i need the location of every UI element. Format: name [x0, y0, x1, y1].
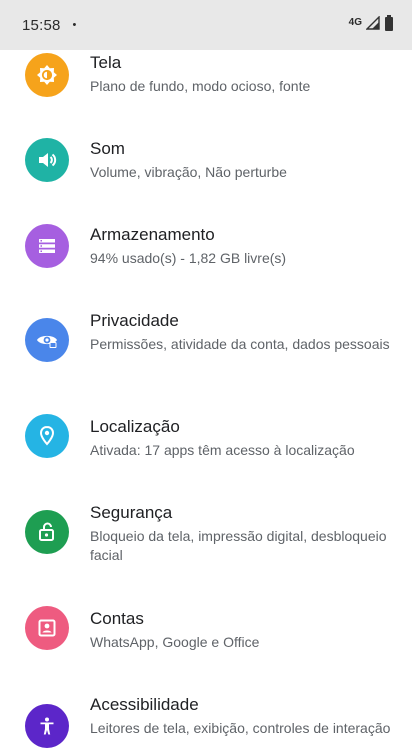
settings-item-seguranca[interactable]: Segurança Bloqueio da tela, impressão di… [0, 500, 412, 606]
unlock-icon [25, 510, 69, 554]
settings-item-acessibilidade[interactable]: Acessibilidade Leitores de tela, exibiçã… [0, 692, 412, 753]
network-type-label: 4G [348, 16, 362, 28]
settings-item-summary: WhatsApp, Google e Office [90, 634, 260, 650]
settings-item-title: Privacidade [90, 311, 179, 330]
settings-item-tela[interactable]: Tela Plano de fundo, modo ocioso, fonte [0, 50, 412, 136]
accessibility-icon [25, 704, 69, 748]
settings-item-contas[interactable]: Contas WhatsApp, Google e Office [0, 606, 412, 692]
settings-item-title: Armazenamento [90, 225, 215, 244]
settings-item-title: Segurança [90, 503, 173, 522]
location-pin-icon [25, 414, 69, 458]
privacy-eye-icon [25, 318, 69, 362]
status-bar: 15:58 • 4G [0, 0, 412, 50]
settings-item-summary: 94% usado(s) - 1,82 GB livre(s) [90, 250, 287, 266]
display-icon [25, 53, 69, 97]
status-icons: 4G [349, 15, 394, 35]
settings-item-title: Tela [90, 53, 122, 72]
settings-item-title: Localização [90, 417, 180, 436]
settings-item-summary: Permissões, atividade da conta, dados pe… [90, 336, 390, 352]
signal-icon [365, 15, 380, 34]
status-time: 15:58 [22, 16, 61, 34]
battery-icon [384, 15, 394, 35]
account-box-icon [25, 606, 69, 650]
settings-item-summary: Plano de fundo, modo ocioso, fonte [90, 78, 311, 94]
storage-icon [25, 224, 69, 268]
settings-item-som[interactable]: Som Volume, vibração, Não perturbe [0, 136, 412, 222]
settings-item-title: Acessibilidade [90, 695, 199, 714]
settings-item-title: Som [90, 139, 125, 158]
settings-item-title: Contas [90, 609, 144, 628]
settings-item-summary: Bloqueio da tela, impressão digital, des… [90, 528, 387, 563]
settings-item-armazenamento[interactable]: Armazenamento 94% usado(s) - 1,82 GB liv… [0, 222, 412, 308]
settings-item-summary: Ativada: 17 apps têm acesso à localizaçã… [90, 442, 355, 458]
settings-list: Tela Plano de fundo, modo ocioso, fonte … [0, 50, 412, 753]
settings-item-summary: Volume, vibração, Não perturbe [90, 164, 287, 180]
settings-item-localizacao[interactable]: Localização Ativada: 17 apps têm acesso … [0, 414, 412, 500]
settings-item-summary: Leitores de tela, exibição, controles de… [90, 720, 391, 736]
volume-icon [25, 138, 69, 182]
notification-dot: • [72, 19, 77, 31]
settings-item-privacidade[interactable]: Privacidade Permissões, atividade da con… [0, 308, 412, 414]
